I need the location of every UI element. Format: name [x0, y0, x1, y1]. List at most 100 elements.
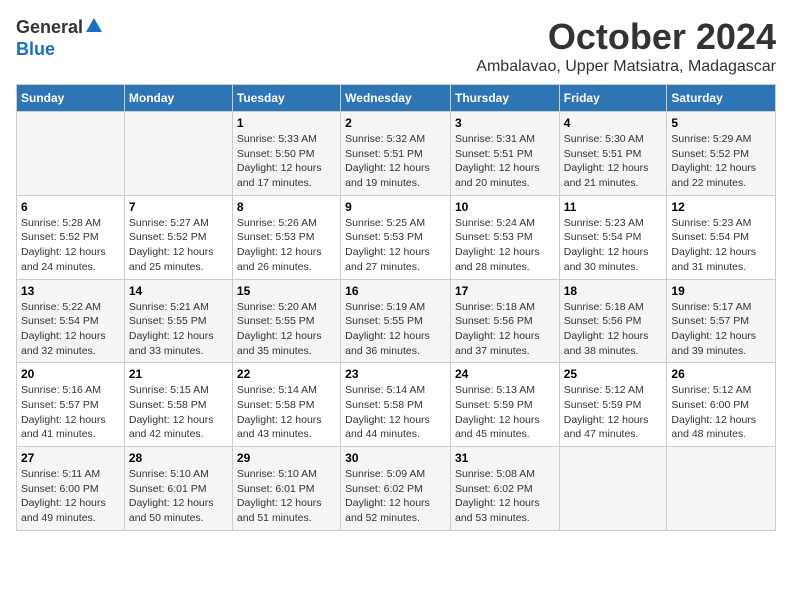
- cell-content: Sunrise: 5:32 AMSunset: 5:51 PMDaylight:…: [345, 132, 446, 191]
- day-number: 28: [129, 451, 228, 465]
- calendar-table: SundayMondayTuesdayWednesdayThursdayFrid…: [16, 84, 776, 531]
- cell-content: Sunrise: 5:21 AMSunset: 5:55 PMDaylight:…: [129, 300, 228, 359]
- calendar-body: 1 Sunrise: 5:33 AMSunset: 5:50 PMDaylight…: [17, 112, 776, 531]
- day-number: 24: [455, 367, 555, 381]
- cell-content: Sunrise: 5:10 AMSunset: 6:01 PMDaylight:…: [237, 467, 336, 526]
- cell-content: Sunrise: 5:19 AMSunset: 5:55 PMDaylight:…: [345, 300, 446, 359]
- calendar-cell: 4 Sunrise: 5:30 AMSunset: 5:51 PMDaylight…: [559, 112, 667, 196]
- calendar-cell: 19 Sunrise: 5:17 AMSunset: 5:57 PMDayligh…: [667, 279, 776, 363]
- calendar-cell: 9Sunrise: 5:25 AMSunset: 5:53 PMDaylight…: [341, 195, 451, 279]
- calendar-cell: 6 Sunrise: 5:28 AMSunset: 5:52 PMDaylight…: [17, 195, 125, 279]
- calendar-cell: 20Sunrise: 5:16 AMSunset: 5:57 PMDayligh…: [17, 363, 125, 447]
- calendar-cell: [17, 112, 125, 196]
- header-wednesday: Wednesday: [341, 85, 451, 112]
- logo-icon: [85, 16, 103, 34]
- day-number: 5: [671, 116, 771, 130]
- day-number: 4: [564, 116, 663, 130]
- calendar-cell: 18Sunrise: 5:18 AMSunset: 5:56 PMDayligh…: [559, 279, 667, 363]
- day-number: 2: [345, 116, 446, 130]
- cell-content: Sunrise: 5:11 AMSunset: 6:00 PMDaylight:…: [21, 467, 120, 526]
- cell-content: Sunrise: 5:23 AMSunset: 5:54 PMDaylight:…: [564, 216, 663, 275]
- calendar-cell: 26 Sunrise: 5:12 AMSunset: 6:00 PMDayligh…: [667, 363, 776, 447]
- calendar-cell: 15 Sunrise: 5:20 AMSunset: 5:55 PMDayligh…: [232, 279, 340, 363]
- calendar-cell: 8 Sunrise: 5:26 AMSunset: 5:53 PMDaylight…: [232, 195, 340, 279]
- calendar-week-2: 13Sunrise: 5:22 AMSunset: 5:54 PMDayligh…: [17, 279, 776, 363]
- calendar-week-1: 6 Sunrise: 5:28 AMSunset: 5:52 PMDaylight…: [17, 195, 776, 279]
- calendar-cell: 5 Sunrise: 5:29 AMSunset: 5:52 PMDaylight…: [667, 112, 776, 196]
- calendar-cell: 31 Sunrise: 5:08 AMSunset: 6:02 PMDayligh…: [450, 447, 559, 531]
- cell-content: Sunrise: 5:30 AMSunset: 5:51 PMDaylight:…: [564, 132, 663, 191]
- cell-content: Sunrise: 5:27 AMSunset: 5:52 PMDaylight:…: [129, 216, 228, 275]
- calendar-week-4: 27 Sunrise: 5:11 AMSunset: 6:00 PMDayligh…: [17, 447, 776, 531]
- header-tuesday: Tuesday: [232, 85, 340, 112]
- day-number: 25: [564, 367, 663, 381]
- day-number: 19: [671, 284, 771, 298]
- location-text: Ambalavao, Upper Matsiatra, Madagascar: [476, 58, 776, 76]
- cell-content: Sunrise: 5:22 AMSunset: 5:54 PMDaylight:…: [21, 300, 120, 359]
- logo-general-text: General: [16, 17, 83, 38]
- calendar-week-0: 1 Sunrise: 5:33 AMSunset: 5:50 PMDaylight…: [17, 112, 776, 196]
- day-number: 22: [237, 367, 336, 381]
- calendar-cell: [124, 112, 232, 196]
- cell-content: Sunrise: 5:12 AMSunset: 5:59 PMDaylight:…: [564, 383, 663, 442]
- day-number: 21: [129, 367, 228, 381]
- day-number: 31: [455, 451, 555, 465]
- header-sunday: Sunday: [17, 85, 125, 112]
- cell-content: Sunrise: 5:08 AMSunset: 6:02 PMDaylight:…: [455, 467, 555, 526]
- calendar-cell: 17 Sunrise: 5:18 AMSunset: 5:56 PMDayligh…: [450, 279, 559, 363]
- cell-content: Sunrise: 5:33 AMSunset: 5:50 PMDaylight:…: [237, 132, 336, 191]
- day-number: 20: [21, 367, 120, 381]
- cell-content: Sunrise: 5:10 AMSunset: 6:01 PMDaylight:…: [129, 467, 228, 526]
- day-number: 26: [671, 367, 771, 381]
- calendar-cell: 30Sunrise: 5:09 AMSunset: 6:02 PMDayligh…: [341, 447, 451, 531]
- cell-content: Sunrise: 5:15 AMSunset: 5:58 PMDaylight:…: [129, 383, 228, 442]
- calendar-cell: 10Sunrise: 5:24 AMSunset: 5:53 PMDayligh…: [450, 195, 559, 279]
- cell-content: Sunrise: 5:20 AMSunset: 5:55 PMDaylight:…: [237, 300, 336, 359]
- day-number: 9: [345, 200, 446, 214]
- day-number: 12: [671, 200, 771, 214]
- day-number: 17: [455, 284, 555, 298]
- cell-content: Sunrise: 5:12 AMSunset: 6:00 PMDaylight:…: [671, 383, 771, 442]
- calendar-cell: 13Sunrise: 5:22 AMSunset: 5:54 PMDayligh…: [17, 279, 125, 363]
- day-number: 7: [129, 200, 228, 214]
- cell-content: Sunrise: 5:18 AMSunset: 5:56 PMDaylight:…: [564, 300, 663, 359]
- header-friday: Friday: [559, 85, 667, 112]
- cell-content: Sunrise: 5:28 AMSunset: 5:52 PMDaylight:…: [21, 216, 120, 275]
- calendar-cell: [559, 447, 667, 531]
- day-number: 14: [129, 284, 228, 298]
- cell-content: Sunrise: 5:24 AMSunset: 5:53 PMDaylight:…: [455, 216, 555, 275]
- calendar-cell: 29 Sunrise: 5:10 AMSunset: 6:01 PMDayligh…: [232, 447, 340, 531]
- cell-content: Sunrise: 5:18 AMSunset: 5:56 PMDaylight:…: [455, 300, 555, 359]
- title-section: October 2024 Ambalavao, Upper Matsiatra,…: [476, 16, 776, 76]
- calendar-cell: 24Sunrise: 5:13 AMSunset: 5:59 PMDayligh…: [450, 363, 559, 447]
- calendar-cell: 23 Sunrise: 5:14 AMSunset: 5:58 PMDayligh…: [341, 363, 451, 447]
- month-title: October 2024: [476, 16, 776, 58]
- calendar-cell: 2 Sunrise: 5:32 AMSunset: 5:51 PMDaylight…: [341, 112, 451, 196]
- day-number: 23: [345, 367, 446, 381]
- calendar-cell: 1 Sunrise: 5:33 AMSunset: 5:50 PMDaylight…: [232, 112, 340, 196]
- cell-content: Sunrise: 5:14 AMSunset: 5:58 PMDaylight:…: [345, 383, 446, 442]
- day-number: 15: [237, 284, 336, 298]
- cell-content: Sunrise: 5:09 AMSunset: 6:02 PMDaylight:…: [345, 467, 446, 526]
- day-number: 3: [455, 116, 555, 130]
- calendar-cell: [667, 447, 776, 531]
- logo-blue-text: Blue: [16, 39, 55, 60]
- calendar-cell: 22Sunrise: 5:14 AMSunset: 5:58 PMDayligh…: [232, 363, 340, 447]
- calendar-cell: 21 Sunrise: 5:15 AMSunset: 5:58 PMDayligh…: [124, 363, 232, 447]
- cell-content: Sunrise: 5:26 AMSunset: 5:53 PMDaylight:…: [237, 216, 336, 275]
- day-number: 16: [345, 284, 446, 298]
- calendar-cell: 12Sunrise: 5:23 AMSunset: 5:54 PMDayligh…: [667, 195, 776, 279]
- calendar-cell: 3Sunrise: 5:31 AMSunset: 5:51 PMDaylight…: [450, 112, 559, 196]
- calendar-cell: 25 Sunrise: 5:12 AMSunset: 5:59 PMDayligh…: [559, 363, 667, 447]
- page-header: General Blue October 2024 Ambalavao, Upp…: [16, 16, 776, 76]
- header-thursday: Thursday: [450, 85, 559, 112]
- cell-content: Sunrise: 5:17 AMSunset: 5:57 PMDaylight:…: [671, 300, 771, 359]
- day-number: 1: [237, 116, 336, 130]
- day-number: 27: [21, 451, 120, 465]
- day-number: 6: [21, 200, 120, 214]
- day-number: 8: [237, 200, 336, 214]
- day-number: 29: [237, 451, 336, 465]
- cell-content: Sunrise: 5:29 AMSunset: 5:52 PMDaylight:…: [671, 132, 771, 191]
- calendar-week-3: 20Sunrise: 5:16 AMSunset: 5:57 PMDayligh…: [17, 363, 776, 447]
- calendar-cell: 11Sunrise: 5:23 AMSunset: 5:54 PMDayligh…: [559, 195, 667, 279]
